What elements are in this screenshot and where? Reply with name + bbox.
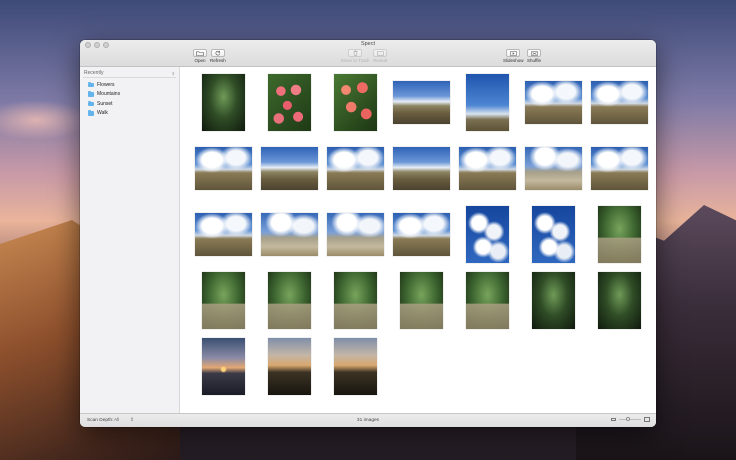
move-to-trash-button-label: Move to Trash — [341, 58, 370, 63]
photo-thumbnail[interactable] — [465, 205, 509, 263]
move-to-trash-button[interactable]: Move to Trash — [341, 49, 370, 63]
refresh-button[interactable]: Refresh — [210, 49, 226, 63]
photo-thumbnail[interactable] — [267, 337, 311, 395]
photo-thumbnail[interactable] — [590, 80, 648, 124]
photo-thumbnail[interactable] — [260, 212, 318, 256]
photo-thumbnail[interactable] — [531, 205, 575, 263]
photo-thumbnail[interactable] — [260, 146, 318, 190]
sidebar-item-flowers[interactable]: Flowers — [80, 80, 179, 90]
image-count: 31 images — [356, 418, 380, 423]
chevron-updown-icon: ⇕ — [171, 70, 175, 76]
source-dropdown[interactable]: Recently ⇕ — [83, 69, 176, 78]
photo-thumbnail[interactable] — [597, 271, 641, 329]
sidebar-item-label: Mountains — [97, 91, 121, 98]
folder-icon — [88, 110, 94, 116]
photo-thumbnail[interactable] — [333, 337, 377, 395]
trash-icon — [353, 50, 358, 56]
window-title: Spect — [360, 41, 376, 47]
photo-thumbnail[interactable] — [465, 73, 509, 131]
photo-thumbnail[interactable] — [465, 271, 509, 329]
open-button-label: Open — [194, 58, 206, 63]
photo-thumbnail[interactable] — [267, 73, 311, 131]
toolbar: Spect Open Refresh Move to Trash Reveal … — [80, 40, 656, 67]
photo-thumbnail[interactable] — [333, 73, 377, 131]
slideshow-button[interactable]: Slideshow — [503, 49, 524, 63]
thumbnail-size-control — [611, 417, 650, 422]
sidebar-item-label: Walk — [97, 110, 108, 117]
sidebar-item-label: Flowers — [97, 81, 115, 88]
photo-thumbnail[interactable] — [590, 146, 648, 190]
photo-thumbnail[interactable] — [597, 205, 641, 263]
photo-thumbnail[interactable] — [194, 146, 252, 190]
reveal-icon — [376, 50, 384, 56]
photo-thumbnail[interactable] — [201, 271, 245, 329]
small-thumbnail-icon — [611, 417, 616, 422]
refresh-icon — [215, 50, 221, 56]
photo-thumbnail[interactable] — [194, 212, 252, 256]
reveal-button-label: Reveal — [373, 58, 388, 63]
shuffle-icon — [530, 50, 538, 56]
status-bar: Scan Depth: All ⇕ 31 images — [80, 413, 656, 427]
sidebar-item-walk[interactable]: Walk — [80, 109, 179, 119]
slideshow-button-label: Slideshow — [503, 58, 524, 63]
photo-thumbnail[interactable] — [399, 271, 443, 329]
photo-thumbnail[interactable] — [326, 146, 384, 190]
shuffle-button[interactable]: Shuffle — [527, 49, 541, 63]
reveal-button[interactable]: Reveal — [373, 49, 387, 63]
photo-thumbnail[interactable] — [531, 271, 575, 329]
slider-knob[interactable] — [626, 417, 630, 422]
sidebar-item-label: Sunset — [97, 100, 113, 107]
sidebar: Recently ⇕ Flowers Mountains Sunset Walk — [80, 67, 180, 413]
photo-thumbnail[interactable] — [201, 337, 245, 395]
slideshow-icon — [510, 50, 517, 56]
shuffle-button-label: Shuffle — [527, 58, 541, 63]
photo-thumbnail[interactable] — [524, 80, 582, 124]
photo-thumbnail[interactable] — [201, 73, 245, 131]
large-thumbnail-icon — [644, 417, 650, 422]
photo-thumbnail[interactable] — [326, 212, 384, 256]
photo-thumbnail[interactable] — [392, 212, 450, 256]
photo-thumbnail[interactable] — [392, 80, 450, 124]
photo-thumbnail[interactable] — [458, 146, 516, 190]
folder-open-icon — [196, 51, 204, 56]
photo-thumbnail[interactable] — [524, 146, 582, 190]
photo-thumbnail[interactable] — [392, 146, 450, 190]
photo-thumbnail[interactable] — [267, 271, 311, 329]
desktop-wallpaper-cloud — [0, 100, 90, 140]
open-button[interactable]: Open — [193, 49, 207, 63]
source-dropdown-value: Recently — [84, 70, 104, 76]
refresh-button-label: Refresh — [210, 58, 226, 63]
thumbnail-size-slider[interactable] — [619, 417, 641, 422]
sidebar-item-sunset[interactable]: Sunset — [80, 99, 179, 109]
folder-icon — [88, 81, 94, 87]
folder-icon — [88, 91, 94, 97]
app-window: Spect Open Refresh Move to Trash Reveal … — [80, 40, 656, 427]
photo-grid — [181, 67, 656, 413]
photo-thumbnail[interactable] — [333, 271, 377, 329]
folder-icon — [88, 100, 94, 106]
sidebar-item-mountains[interactable]: Mountains — [80, 90, 179, 100]
